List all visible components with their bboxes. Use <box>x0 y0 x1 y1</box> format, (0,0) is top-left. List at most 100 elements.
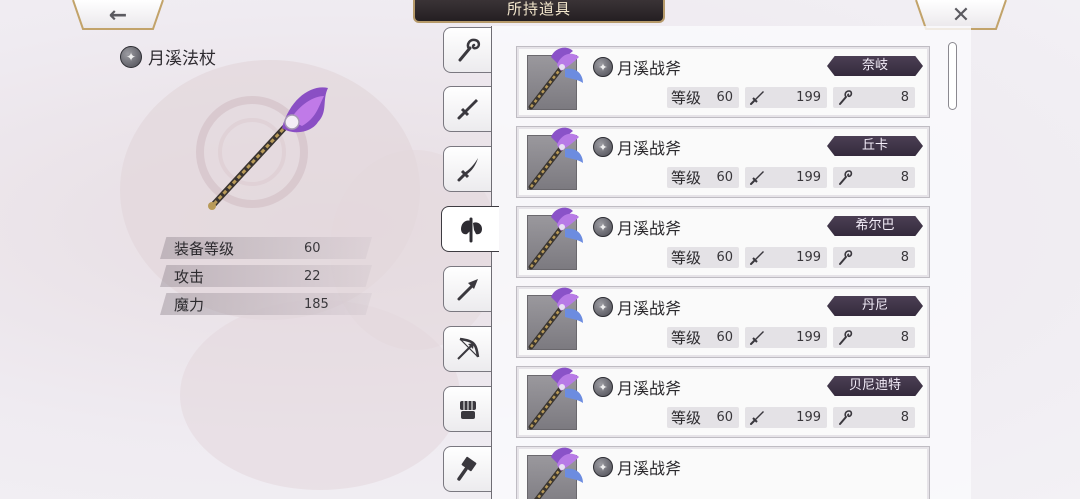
magic-stat: 8 <box>833 407 915 428</box>
level-label: 等级 <box>671 169 702 187</box>
axe-type-icon: ✦ <box>593 57 613 77</box>
owner-badge: 丘卡 <box>827 136 923 156</box>
axe-type-icon: ✦ <box>593 457 613 477</box>
level-stat: 等级 60 <box>667 247 739 268</box>
attack-stat: 199 <box>745 87 827 108</box>
level-value: 60 <box>716 90 733 105</box>
page-title: 所持道具 <box>413 0 665 23</box>
spear-icon <box>457 279 478 301</box>
owner-badge: 希尔巴 <box>827 216 923 236</box>
tab-axe[interactable] <box>441 206 499 252</box>
battle-axe-icon <box>528 207 583 270</box>
item-card[interactable]: ✦ 月溪战斧 希尔巴 等级 60 199 8 <box>516 206 930 278</box>
item-card[interactable]: ✦ 月溪战斧 奈岐 等级 60 199 8 <box>516 46 930 118</box>
magic-value: 8 <box>900 330 909 345</box>
axe-type-icon: ✦ <box>593 377 613 397</box>
item-card[interactable]: ✦ 月溪战斧 丘卡 等级 60 199 8 <box>516 126 930 198</box>
axe-type-icon: ✦ <box>593 217 613 237</box>
axe-icon <box>460 217 482 243</box>
attack-value: 199 <box>796 250 821 265</box>
item-name: 月溪战斧 <box>617 139 682 158</box>
gauntlet-icon <box>460 401 476 419</box>
attack-stat: 199 <box>745 247 827 268</box>
level-label: 等级 <box>671 89 702 107</box>
battle-axe-icon <box>534 447 583 499</box>
stat-value: 185 <box>304 296 329 312</box>
item-name-row: ✦ 月溪战斧 <box>593 135 681 159</box>
staff-type-icon: ✦ <box>120 45 142 68</box>
tab-sword[interactable] <box>443 86 492 132</box>
level-value: 60 <box>716 250 733 265</box>
bow-icon <box>457 337 480 360</box>
level-label: 等级 <box>671 329 702 347</box>
item-name-row: ✦ 月溪战斧 <box>593 375 681 399</box>
owner-badge: 丹尼 <box>827 296 923 316</box>
tab-gauntlet[interactable] <box>443 386 492 432</box>
item-list-scrollbar[interactable] <box>948 42 957 110</box>
item-name: 月溪战斧 <box>617 299 682 318</box>
level-stat: 等级 60 <box>667 407 739 428</box>
stat-label: 装备等级 <box>174 239 235 258</box>
tab-blade[interactable] <box>443 146 492 192</box>
owner-badge: 奈岐 <box>827 56 923 76</box>
stat-row-magic: 魔力 185 <box>160 293 372 315</box>
item-name: 月溪战斧 <box>617 219 682 238</box>
magic-value: 8 <box>900 90 909 105</box>
magic-icon <box>839 90 853 105</box>
attack-value: 199 <box>796 170 821 185</box>
level-stat: 等级 60 <box>667 167 739 188</box>
magic-stat: 8 <box>833 327 915 348</box>
moon-staff-illustration <box>196 87 328 210</box>
level-label: 等级 <box>671 249 702 267</box>
sword-icon <box>457 99 478 120</box>
tab-bow[interactable] <box>443 326 492 372</box>
back-button-frame <box>72 0 164 30</box>
magic-stat: 8 <box>833 167 915 188</box>
item-card[interactable]: ✦ 月溪战斧 <box>516 446 930 499</box>
battle-axe-icon <box>528 47 583 110</box>
level-stat: 等级 60 <box>667 327 739 348</box>
item-card[interactable]: ✦ 月溪战斧 贝尼迪特 等级 60 199 8 <box>516 366 930 438</box>
level-value: 60 <box>716 410 733 425</box>
tab-hammer[interactable] <box>443 446 492 492</box>
attack-icon <box>750 171 764 185</box>
attack-stat: 199 <box>745 167 827 188</box>
battle-axe-icon <box>528 127 583 190</box>
level-label: 等级 <box>671 409 702 427</box>
attack-icon <box>750 411 764 425</box>
item-name-row: ✦ 月溪战斧 <box>593 215 681 239</box>
magic-stat: 8 <box>833 87 915 108</box>
magic-value: 8 <box>900 250 909 265</box>
tab-spear[interactable] <box>443 266 492 312</box>
item-name: 月溪战斧 <box>617 459 682 478</box>
stat-value: 22 <box>304 268 321 284</box>
attack-stat: 199 <box>745 407 827 428</box>
magic-value: 8 <box>900 410 909 425</box>
battle-axe-icon <box>528 287 583 350</box>
item-name-row: ✦ 月溪战斧 <box>593 455 681 479</box>
attack-icon <box>750 251 764 265</box>
stat-value: 60 <box>304 240 321 256</box>
stat-label: 攻击 <box>174 267 205 286</box>
hammer-icon <box>457 456 477 481</box>
attack-value: 199 <box>796 410 821 425</box>
level-stat: 等级 60 <box>667 87 739 108</box>
staff-icon <box>458 38 481 62</box>
axe-type-icon: ✦ <box>593 297 613 317</box>
item-name-row: ✦ 月溪战斧 <box>593 55 681 79</box>
level-value: 60 <box>716 170 733 185</box>
attack-value: 199 <box>796 90 821 105</box>
item-name: 月溪战斧 <box>617 379 682 398</box>
tab-staff[interactable] <box>443 27 492 73</box>
stat-row-equip-level: 装备等级 60 <box>160 237 372 259</box>
blade-icon <box>457 158 478 182</box>
attack-stat: 199 <box>745 327 827 348</box>
item-name: 月溪战斧 <box>617 59 682 78</box>
stat-row-attack: 攻击 22 <box>160 265 372 287</box>
magic-icon <box>839 250 853 265</box>
item-card[interactable]: ✦ 月溪战斧 丹尼 等级 60 199 8 <box>516 286 930 358</box>
magic-icon <box>839 170 853 185</box>
selected-item-name: 月溪法杖 <box>148 49 216 69</box>
item-name-row: ✦ 月溪战斧 <box>593 295 681 319</box>
attack-value: 199 <box>796 330 821 345</box>
